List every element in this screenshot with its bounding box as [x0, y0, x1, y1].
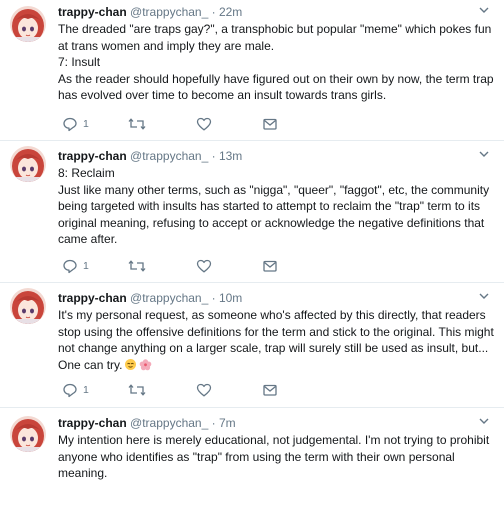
chevron-down-icon[interactable]	[478, 4, 490, 16]
reply-icon	[62, 116, 78, 132]
separator-dot: ·	[211, 416, 216, 430]
tweet-header: trappy-chan @trappychan_ · 10m	[58, 291, 496, 306]
display-name[interactable]: trappy-chan	[58, 5, 127, 19]
retweet-icon	[128, 116, 146, 132]
heart-icon	[196, 382, 212, 398]
reply-count: 1	[83, 384, 89, 396]
tweet-actions: 1	[62, 116, 292, 132]
tweet-header: trappy-chan @trappychan_ · 22m	[58, 5, 496, 20]
tweet-text-line: My intention here is merely educational,…	[58, 433, 490, 480]
tweet-text-line: 7: Insult	[58, 55, 101, 69]
tweet[interactable]: trappy-chan @trappychan_ · 10m It's my p…	[0, 283, 504, 408]
user-handle[interactable]: @trappychan_	[130, 5, 208, 19]
like-button[interactable]	[196, 258, 212, 274]
display-name[interactable]: trappy-chan	[58, 416, 127, 430]
user-handle[interactable]: @trappychan_	[130, 149, 208, 163]
retweet-button[interactable]	[128, 116, 146, 132]
tweet-text-line: The dreaded "are traps gay?", a transpho…	[58, 22, 492, 53]
tweet-text-line: Just like many other terms, such as "nig…	[58, 182, 490, 247]
message-button[interactable]	[262, 258, 278, 274]
display-name[interactable]: trappy-chan	[58, 291, 127, 305]
envelope-icon	[262, 382, 278, 398]
timestamp[interactable]: 13m	[219, 149, 242, 163]
retweet-button[interactable]	[128, 258, 146, 274]
tweet[interactable]: trappy-chan @trappychan_ · 22m The dread…	[0, 0, 504, 141]
like-button[interactable]	[196, 382, 212, 398]
envelope-icon	[262, 258, 278, 274]
message-button[interactable]	[262, 116, 278, 132]
tweet-text-line: As the reader should hopefully have figu…	[58, 71, 494, 103]
avatar[interactable]	[10, 416, 46, 452]
tweet-text-line: It's my personal request, as someone who…	[58, 307, 496, 373]
tweet-text: 8: Reclaim Just like many other terms, s…	[58, 165, 496, 248]
tweet-text-content: It's my personal request, as someone who…	[58, 308, 494, 372]
envelope-icon	[262, 116, 278, 132]
tweet-text: It's my personal request, as someone who…	[58, 307, 496, 373]
tweet-actions: 1	[62, 258, 292, 274]
tweet-text: My intention here is merely educational,…	[58, 432, 496, 482]
emoji-icon	[125, 358, 152, 370]
chevron-down-icon[interactable]	[478, 290, 490, 302]
tweet[interactable]: trappy-chan @trappychan_ · 13m 8: Reclai…	[0, 141, 504, 283]
heart-icon	[196, 116, 212, 132]
reply-icon	[62, 382, 78, 398]
retweet-icon	[128, 258, 146, 274]
heart-icon	[196, 258, 212, 274]
reply-button[interactable]: 1	[62, 382, 89, 398]
user-handle[interactable]: @trappychan_	[130, 416, 208, 430]
display-name[interactable]: trappy-chan	[58, 149, 127, 163]
message-button[interactable]	[262, 382, 278, 398]
tweet-header: trappy-chan @trappychan_ · 7m	[58, 416, 496, 431]
chevron-down-icon[interactable]	[478, 415, 490, 427]
avatar[interactable]	[10, 6, 46, 42]
timeline: trappy-chan @trappychan_ · 22m The dread…	[0, 0, 504, 512]
timestamp[interactable]: 22m	[219, 5, 242, 19]
separator-dot: ·	[211, 5, 216, 19]
chevron-down-icon[interactable]	[478, 148, 490, 160]
reply-button[interactable]: 1	[62, 258, 89, 274]
tweet-text: The dreaded "are traps gay?", a transpho…	[58, 21, 496, 104]
tweet-header: trappy-chan @trappychan_ · 13m	[58, 149, 496, 164]
avatar[interactable]	[10, 288, 46, 324]
retweet-button[interactable]	[128, 382, 146, 398]
like-button[interactable]	[196, 116, 212, 132]
separator-dot: ·	[211, 149, 216, 163]
reply-count: 1	[83, 118, 89, 130]
user-handle[interactable]: @trappychan_	[130, 291, 208, 305]
avatar[interactable]	[10, 146, 46, 182]
reply-button[interactable]: 1	[62, 116, 89, 132]
tweet-actions: 1	[62, 382, 292, 398]
timestamp[interactable]: 7m	[219, 416, 236, 430]
tweet-text-line: 8: Reclaim	[58, 166, 115, 180]
retweet-icon	[128, 382, 146, 398]
tweet[interactable]: trappy-chan @trappychan_ · 7m My intenti…	[0, 408, 504, 512]
timestamp[interactable]: 10m	[219, 291, 242, 305]
reply-count: 1	[83, 260, 89, 272]
separator-dot: ·	[211, 291, 216, 305]
reply-icon	[62, 258, 78, 274]
